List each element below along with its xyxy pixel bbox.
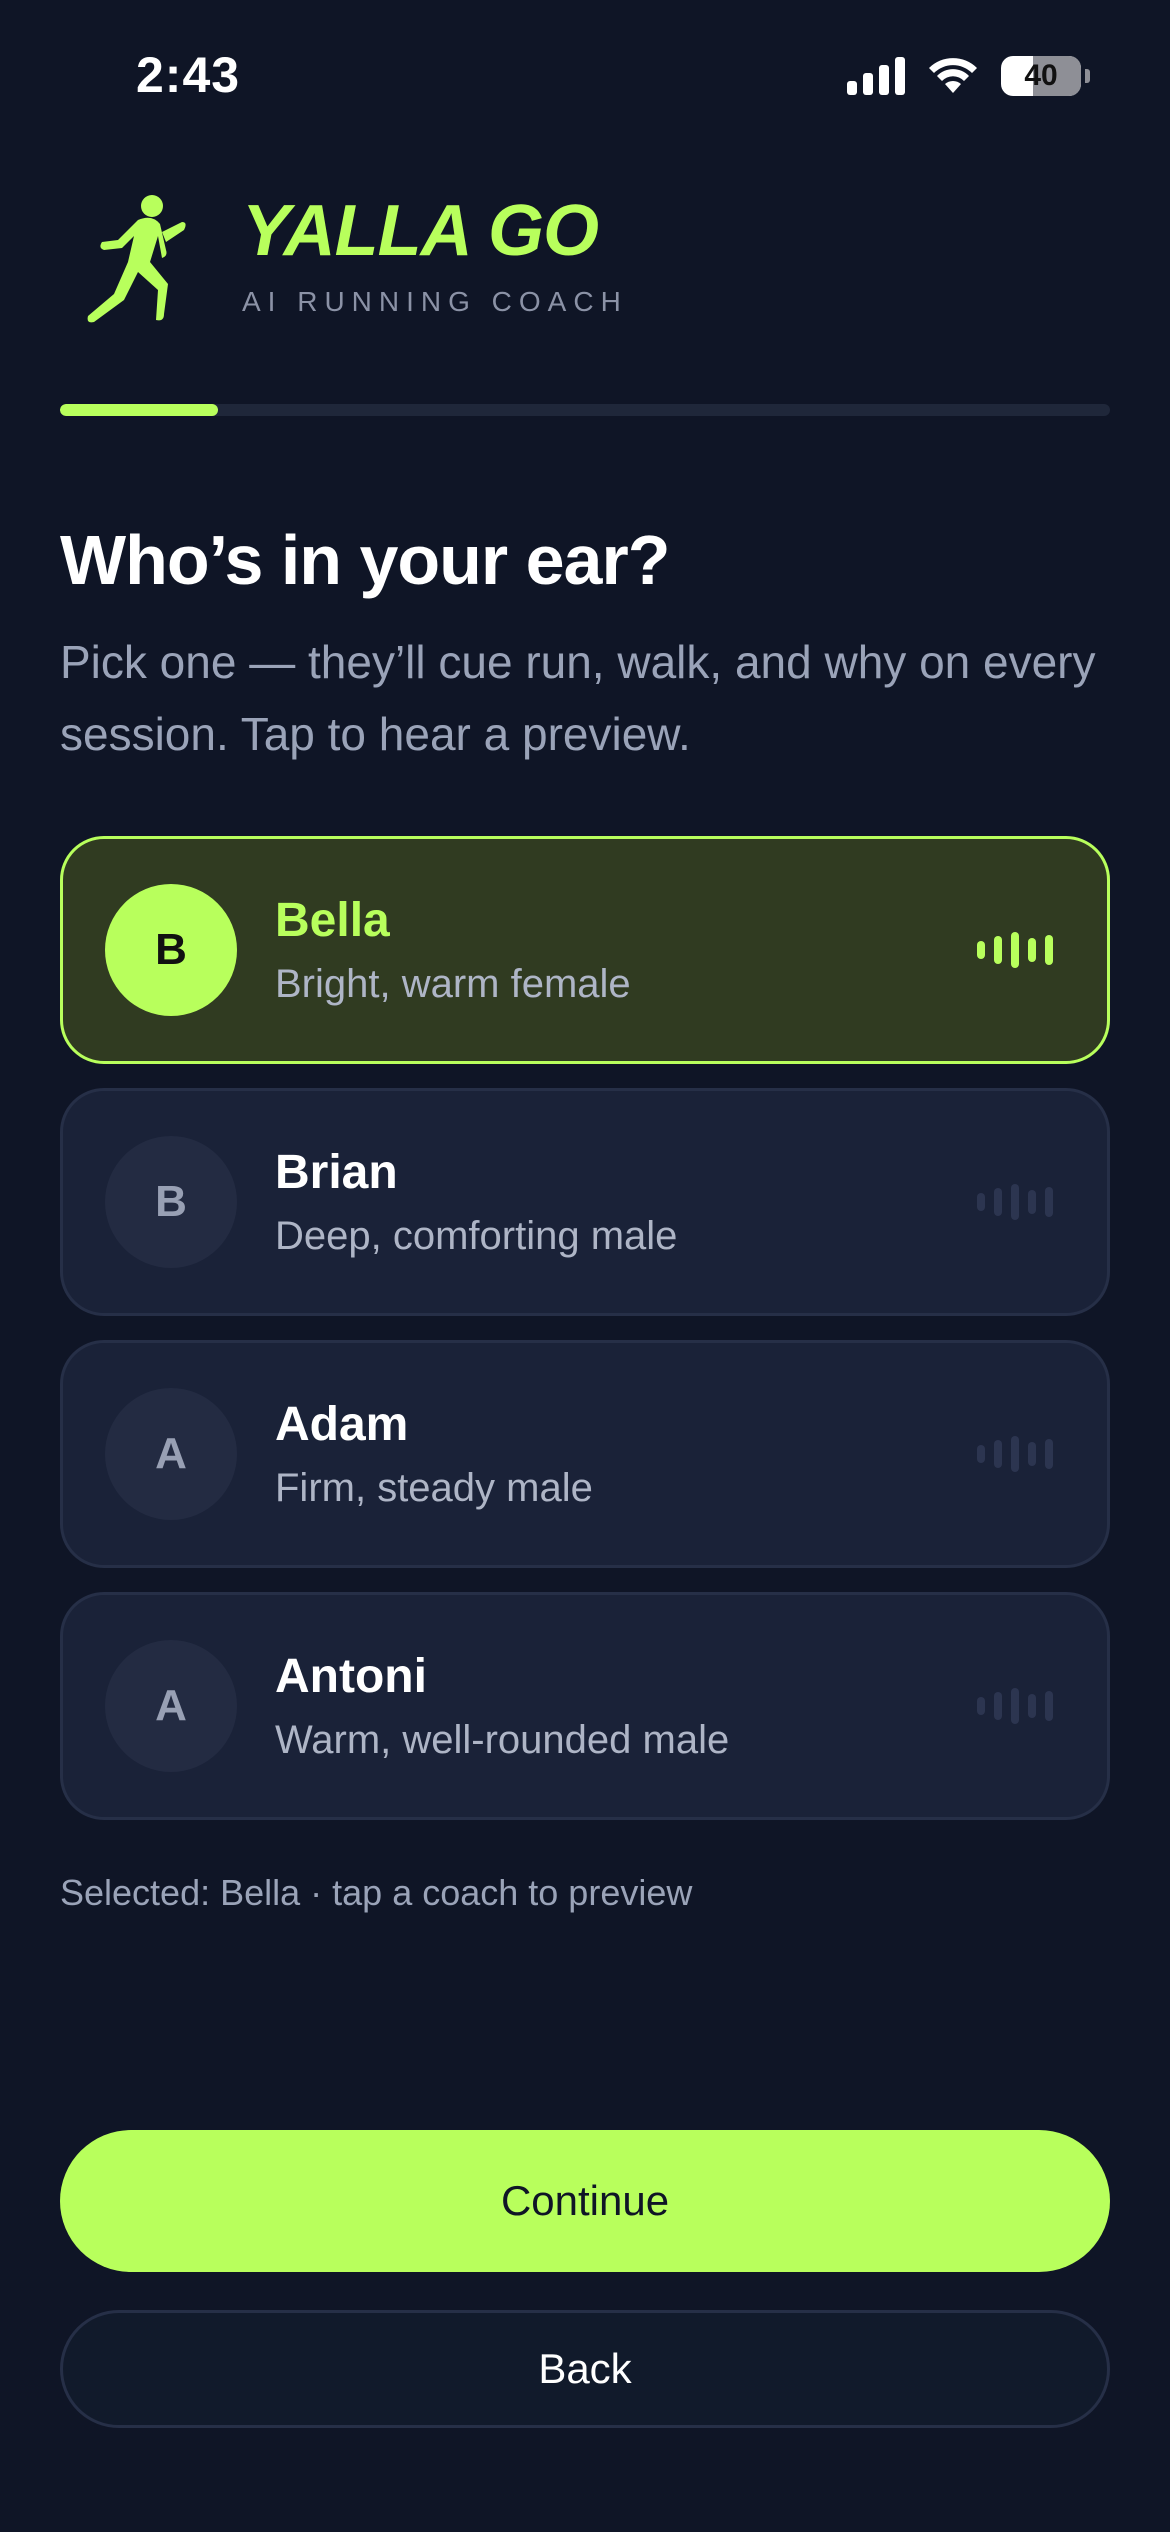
coach-card-brian[interactable]: B Brian Deep, comforting male (60, 1088, 1110, 1316)
coach-name: Bella (275, 894, 390, 947)
brand-subtitle: AI RUNNING COACH (242, 286, 628, 317)
avatar: A (105, 1640, 237, 1772)
audio-waveform-icon (977, 930, 1053, 970)
audio-waveform-icon (977, 1434, 1053, 1474)
status-time: 2:43 (136, 47, 241, 103)
avatar: B (105, 884, 237, 1016)
battery-icon: 40 (1001, 56, 1081, 96)
coach-card-bella[interactable]: B Bella Bright, warm female (60, 836, 1110, 1064)
onboarding-progress-bar (60, 404, 1110, 416)
runner-icon (87, 195, 186, 323)
cellular-signal-icon (847, 57, 905, 95)
status-icons: 40 (847, 56, 1090, 96)
coach-name: Antoni (275, 1650, 427, 1703)
coach-name: Adam (275, 1398, 409, 1451)
audio-waveform-icon (977, 1182, 1053, 1222)
brand-title: YALLA GO (242, 191, 599, 271)
coach-description: Deep, comforting male (275, 1214, 678, 1258)
continue-button[interactable]: Continue (60, 2130, 1110, 2272)
selection-note: Selected: Bella · tap a coach to preview (60, 1872, 693, 1913)
onboarding-screen: 2:43 40 YALLA GO AI RUNNING COACH Who’s … (0, 0, 1170, 2532)
coach-description: Warm, well-rounded male (275, 1718, 730, 1762)
coach-name: Brian (275, 1146, 398, 1199)
battery-level: 40 (1024, 59, 1058, 92)
avatar: B (105, 1136, 237, 1268)
back-button[interactable]: Back (60, 2310, 1110, 2428)
coach-card-adam[interactable]: A Adam Firm, steady male (60, 1340, 1110, 1568)
coach-card-antoni[interactable]: A Antoni Warm, well-rounded male (60, 1592, 1110, 1820)
coach-description: Firm, steady male (275, 1466, 593, 1510)
avatar: A (105, 1388, 237, 1520)
battery-cap (1085, 69, 1090, 83)
page-title: Who’s in your ear? (60, 521, 670, 599)
page-subtitle: Pick one — they’ll cue run, walk, and wh… (60, 636, 1096, 760)
progress-fill (60, 404, 218, 416)
coach-description: Bright, warm female (275, 962, 631, 1006)
audio-waveform-icon (977, 1686, 1053, 1726)
wifi-icon (929, 58, 977, 93)
